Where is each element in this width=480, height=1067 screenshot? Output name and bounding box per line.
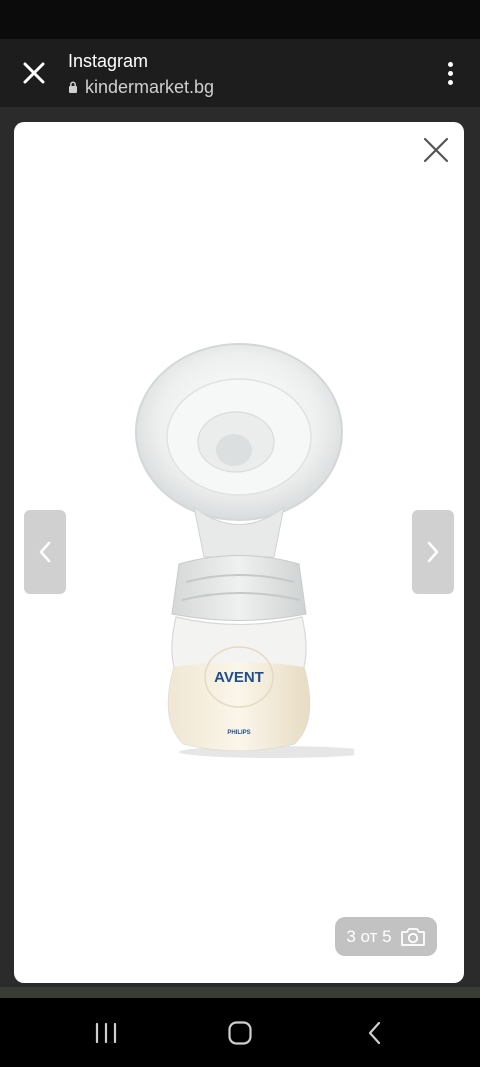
back-button[interactable] [358,1016,392,1050]
lightbox-close-button[interactable] [420,134,452,166]
browser-toolbar: Instagram kindermarket.bg [0,39,480,107]
close-icon [23,62,45,84]
image-lightbox: AVENT PHILIPS 3 от 5 [14,122,464,983]
browser-title-block: Instagram kindermarket.bg [68,51,214,97]
url-row: kindermarket.bg [68,77,214,97]
back-icon [368,1021,381,1045]
browser-close-button[interactable] [14,53,54,93]
previous-image-button[interactable] [24,510,66,594]
page-title: Instagram [68,51,149,71]
image-counter-text: 3 от 5 [346,926,392,946]
home-button[interactable] [223,1016,257,1050]
home-icon [228,1021,252,1045]
status-bar [0,0,480,39]
avent-logo-label: AVENT [214,669,264,686]
philips-logo-label: PHILIPS [227,730,250,736]
chevron-left-icon [39,541,51,563]
more-options-button[interactable] [438,55,462,91]
image-counter-badge: 3 от 5 [335,917,437,956]
more-vert-icon [447,61,453,67]
chevron-right-icon [427,541,439,563]
system-navigation-bar [0,998,480,1067]
product-image: AVENT PHILIPS [135,343,354,758]
page-url: kindermarket.bg [85,77,215,97]
recents-icon [95,1022,117,1044]
recents-button[interactable] [89,1016,123,1050]
next-image-button[interactable] [412,510,454,594]
camera-icon [400,927,425,946]
close-icon [423,137,449,163]
lock-icon [68,81,78,93]
